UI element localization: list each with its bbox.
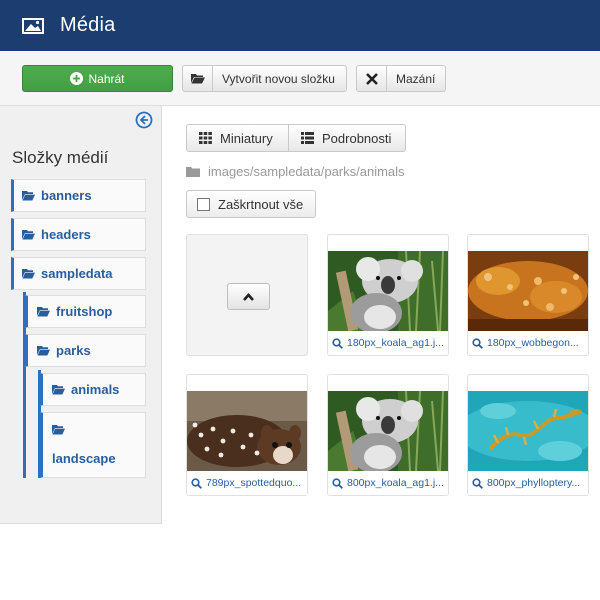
folder-label: headers — [41, 227, 91, 242]
folder-label: landscape — [52, 451, 116, 466]
plus-circle-icon — [70, 72, 84, 85]
sidebar-title: Složky médií — [12, 148, 109, 167]
file-name: 180px_koala_ag1.j... — [347, 337, 444, 349]
check-all-button[interactable]: Zaškrtnout vše — [186, 190, 316, 218]
list-icon — [301, 132, 314, 144]
thumbnail-image[interactable] — [328, 391, 448, 471]
folder-label: banners — [41, 188, 92, 203]
media-thumbnail[interactable]: 800px_koala_ag1.j... — [327, 374, 449, 496]
folder-label: sampledata — [41, 266, 113, 281]
media-thumbnail[interactable]: 800px_phylloptery... — [467, 374, 589, 496]
folder-open-icon — [52, 385, 65, 395]
thumbnail-image[interactable] — [328, 251, 448, 331]
media-thumbnail[interactable]: 180px_koala_ag1.j... — [327, 234, 449, 356]
new-folder-button[interactable]: Vytvořit novou složku — [182, 65, 347, 92]
folder-item-landscape[interactable]: landscape — [40, 412, 146, 478]
folder-open-icon — [22, 230, 35, 240]
folder-item-fruitshop[interactable]: fruitshop — [25, 295, 146, 328]
folder-open-icon — [183, 66, 213, 91]
folder-item-headers[interactable]: headers — [11, 218, 146, 251]
file-name: 180px_wobbegon... — [487, 337, 579, 349]
zoom-icon — [472, 477, 483, 489]
details-view-button[interactable]: Podrobnosti — [289, 124, 406, 152]
zoom-icon — [191, 477, 202, 489]
folder-open-icon — [52, 425, 65, 435]
folder-label: parks — [56, 343, 91, 358]
thumbnail-caption[interactable]: 800px_koala_ag1.j... — [332, 477, 446, 489]
delete-label: Mazání — [396, 71, 436, 86]
thumbnail-caption[interactable]: 800px_phylloptery... — [472, 477, 586, 489]
thumbnail-image[interactable] — [468, 391, 588, 471]
file-name: 800px_phylloptery... — [487, 477, 581, 489]
check-all-label: Zaškrtnout vše — [218, 196, 304, 212]
arrow-left-circle-icon[interactable] — [135, 111, 153, 129]
upload-button[interactable]: Nahrát — [22, 65, 173, 92]
folder-label: animals — [71, 382, 120, 397]
checkbox[interactable] — [197, 197, 210, 211]
folder-item-parks[interactable]: parks — [25, 334, 146, 367]
upload-label: Nahrát — [88, 71, 125, 86]
zoom-icon — [332, 477, 343, 489]
delete-button[interactable]: Mazání — [356, 65, 446, 92]
folder-item-sampledata[interactable]: sampledata — [11, 257, 146, 290]
folder-open-icon — [37, 307, 50, 317]
media-thumbnail[interactable]: 180px_wobbegon... — [467, 234, 589, 356]
thumbnails-label: Miniatury — [220, 130, 273, 146]
folder-open-icon — [22, 269, 35, 279]
thumbnail-image[interactable] — [468, 251, 588, 331]
media-thumbnail[interactable]: 789px_spottedquo... — [186, 374, 308, 496]
file-name: 800px_koala_ag1.j... — [347, 477, 444, 489]
view-toggle: Miniatury Podrobnosti — [186, 124, 406, 152]
zoom-icon — [332, 337, 343, 349]
folder-item-animals[interactable]: animals — [40, 373, 146, 406]
parent-folder-tile[interactable] — [186, 234, 308, 356]
path-text: images/sampledata/parks/animals — [208, 164, 405, 179]
folder-icon — [186, 167, 200, 177]
folder-up-button[interactable] — [227, 283, 270, 310]
details-label: Podrobnosti — [322, 130, 392, 146]
folder-item-banners[interactable]: banners — [11, 179, 146, 212]
folder-open-icon — [37, 346, 50, 356]
zoom-icon — [472, 337, 483, 349]
chevron-up-icon — [243, 292, 254, 301]
thumbnail-image[interactable] — [187, 391, 307, 471]
new-folder-label: Vytvořit novou složku — [222, 71, 335, 86]
file-name: 789px_spottedquo... — [206, 477, 302, 489]
image-icon — [22, 17, 44, 34]
folder-label: fruitshop — [56, 304, 113, 319]
toolbar: Nahrát Vytvořit novou složku Mazání — [0, 51, 600, 106]
thumbnail-caption[interactable]: 180px_koala_ag1.j... — [332, 337, 446, 349]
thumbnail-caption[interactable]: 180px_wobbegon... — [472, 337, 586, 349]
folder-open-icon — [22, 191, 35, 201]
thumbnail-caption[interactable]: 789px_spottedquo... — [191, 477, 305, 489]
close-icon — [357, 66, 387, 91]
page-title: Média — [60, 14, 116, 36]
thumbnails-view-button[interactable]: Miniatury — [186, 124, 289, 152]
current-path: images/sampledata/parks/animals — [186, 164, 405, 179]
grid-icon — [199, 132, 212, 144]
app-header: Média — [0, 0, 600, 51]
